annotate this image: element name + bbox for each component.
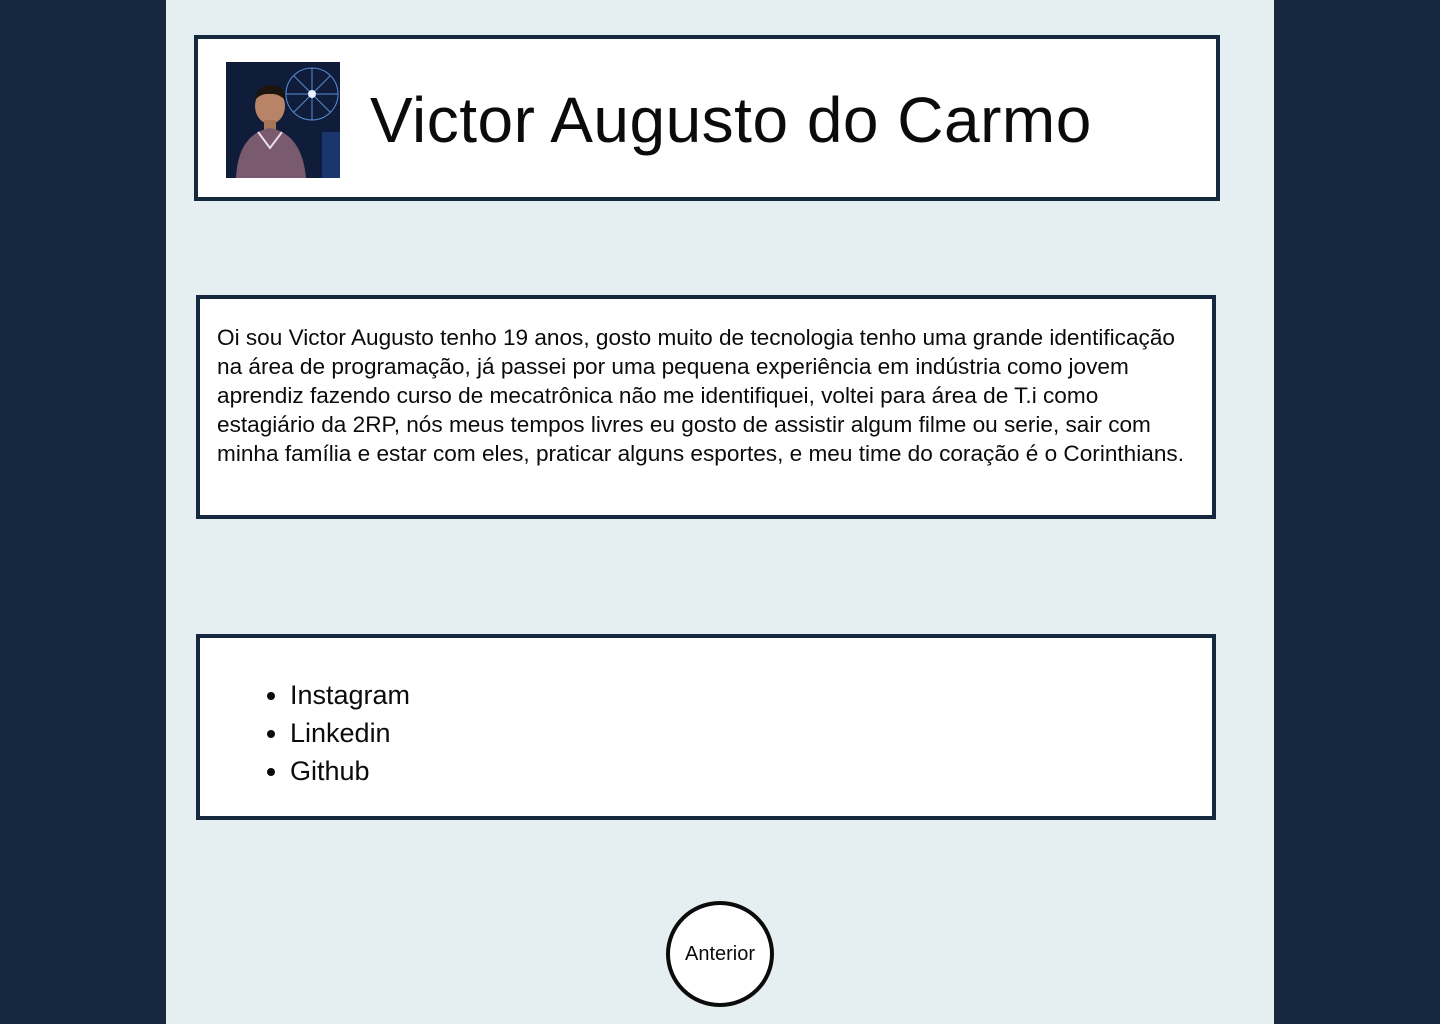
instagram-link[interactable]: Instagram: [290, 676, 410, 714]
social-links-list: Instagram Linkedin Github: [250, 676, 410, 790]
social-links-section: Instagram Linkedin Github: [196, 634, 1216, 820]
about-text: Oi sou Victor Augusto tenho 19 anos, gos…: [217, 325, 1184, 466]
about-section: Oi sou Victor Augusto tenho 19 anos, gos…: [196, 295, 1216, 519]
profile-header: Victor Augusto do Carmo: [194, 35, 1220, 201]
github-link[interactable]: Github: [290, 752, 410, 790]
profile-photo-icon: [226, 62, 340, 178]
page-title: Victor Augusto do Carmo: [370, 84, 1092, 156]
avatar: [226, 62, 340, 178]
linkedin-link[interactable]: Linkedin: [290, 714, 410, 752]
previous-button[interactable]: Anterior: [666, 901, 774, 1007]
